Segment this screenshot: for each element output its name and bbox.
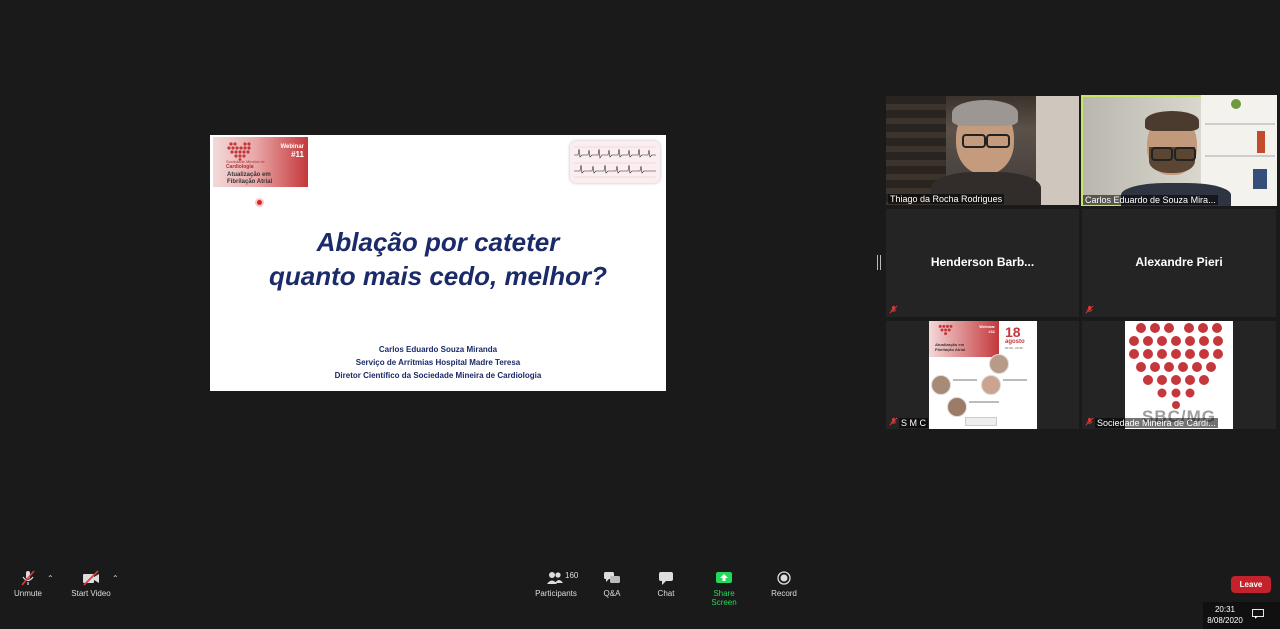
video-tile-henderson[interactable]: Henderson Barb...	[886, 209, 1079, 317]
participant-name: Alexandre Pieri	[1135, 255, 1223, 269]
participant-count: 160	[565, 571, 579, 580]
video-tile-smc[interactable]: Webinar #11 Atualização em Fibrilação At…	[886, 321, 1079, 429]
participant-name: Carlos Eduardo de Souza Mira...	[1083, 195, 1218, 205]
logo-cardiologia-text: Cardiologia	[226, 164, 254, 170]
participants-icon	[547, 572, 563, 584]
record-icon	[777, 571, 791, 585]
muted-mic-icon	[889, 305, 898, 314]
share-screen-label: Share Screen	[711, 589, 737, 607]
webinar-logo: Sociedade Mineira de Cardiologia Webinar…	[213, 137, 308, 187]
webinar-number: #11	[291, 150, 304, 159]
ecg-trace-icon	[574, 146, 656, 178]
start-video-button[interactable]: Start Video	[68, 570, 114, 598]
participant-name: Thiago da Rocha Rodrigues	[888, 194, 1005, 204]
webinar-poster-image: Webinar #11 Atualização em Fibrilação At…	[929, 321, 1037, 429]
ecg-image	[570, 141, 660, 183]
leave-button[interactable]: Leave	[1231, 576, 1271, 593]
muted-mic-icon	[889, 417, 898, 426]
smc-logo-image: SBC/MG	[1125, 321, 1233, 429]
record-label: Record	[771, 589, 797, 598]
muted-mic-icon	[1085, 305, 1094, 314]
author-service: Serviço de Arritmias Hospital Madre Tere…	[355, 358, 521, 367]
video-tile-carlos-active-speaker[interactable]: Carlos Eduardo de Souza Mira...	[1081, 95, 1277, 206]
slide-author-block: Carlos Eduardo Souza Miranda Serviço de …	[210, 343, 666, 382]
chat-icon	[659, 572, 673, 585]
video-tile-sociedade-mineira[interactable]: SBC/MG Sociedade Mineira de Cardi...	[1082, 321, 1276, 429]
annotation-pointer	[257, 200, 262, 205]
poster-heading: Atualização em Fibrilação Atrial	[935, 342, 966, 352]
heart-logo-icon	[938, 324, 953, 336]
muted-mic-icon	[1085, 417, 1094, 426]
muted-mic-icon	[21, 570, 35, 586]
qa-icon	[604, 572, 620, 583]
system-clock[interactable]: 20:31 8/08/2020	[1205, 604, 1245, 626]
participant-name: S M C	[899, 418, 929, 428]
slide-title: Ablação por cateter quanto mais cedo, me…	[210, 225, 666, 293]
qa-button[interactable]: Q&A	[598, 570, 626, 598]
video-off-icon	[83, 570, 99, 586]
unmute-label: Unmute	[13, 589, 42, 598]
clock-time: 20:31	[1214, 605, 1236, 614]
notification-icon[interactable]	[1252, 609, 1264, 619]
poster-time: 20:30 - 22:30	[1005, 346, 1023, 350]
video-options-chevron-icon[interactable]: ⌃	[112, 574, 119, 583]
heart-logo-icon	[227, 142, 251, 161]
record-button[interactable]: Record	[768, 570, 800, 598]
clock-date: 8/08/2020	[1207, 616, 1243, 625]
video-tile-alexandre[interactable]: Alexandre Pieri	[1082, 209, 1276, 317]
author-name: Carlos Eduardo Souza Miranda	[378, 345, 498, 354]
unmute-button[interactable]: Unmute	[10, 570, 46, 598]
participant-name: Sociedade Mineira de Cardi...	[1095, 418, 1218, 428]
video-tile-thiago[interactable]: Thiago da Rocha Rodrigues	[886, 96, 1079, 205]
start-video-label: Start Video	[71, 589, 111, 598]
poster-day: 18	[1005, 324, 1021, 340]
audio-options-chevron-icon[interactable]: ⌃	[47, 574, 54, 583]
webinar-badge: Webinar #11	[280, 144, 304, 159]
participant-name: Henderson Barb...	[930, 255, 1035, 269]
participants-button[interactable]: 160 Participants	[532, 570, 580, 598]
author-role: Diretor Científico da Sociedade Mineira …	[334, 371, 542, 380]
logo-subtitle: Atualização em Fibrilação Atrial	[227, 172, 307, 186]
qa-label: Q&A	[603, 589, 621, 598]
poster-month: agosto	[1005, 339, 1025, 345]
slide-title-line2: quanto mais cedo, melhor?	[268, 261, 608, 291]
chat-button[interactable]: Chat	[652, 570, 680, 598]
shared-screen-slide: Sociedade Mineira de Cardiologia Webinar…	[210, 135, 666, 391]
share-screen-button[interactable]: Share Screen	[700, 570, 748, 607]
panel-resize-handle[interactable]	[877, 255, 881, 270]
chat-label: Chat	[657, 589, 675, 598]
logo-subtitle-line1: Atualização em	[227, 172, 271, 178]
logo-subtitle-line2: Fibrilação Atrial	[227, 179, 273, 185]
poster-number: #11	[988, 329, 995, 334]
participants-label: Participants	[535, 589, 577, 598]
share-screen-icon	[716, 572, 732, 583]
slide-title-line1: Ablação por cateter	[316, 227, 560, 257]
